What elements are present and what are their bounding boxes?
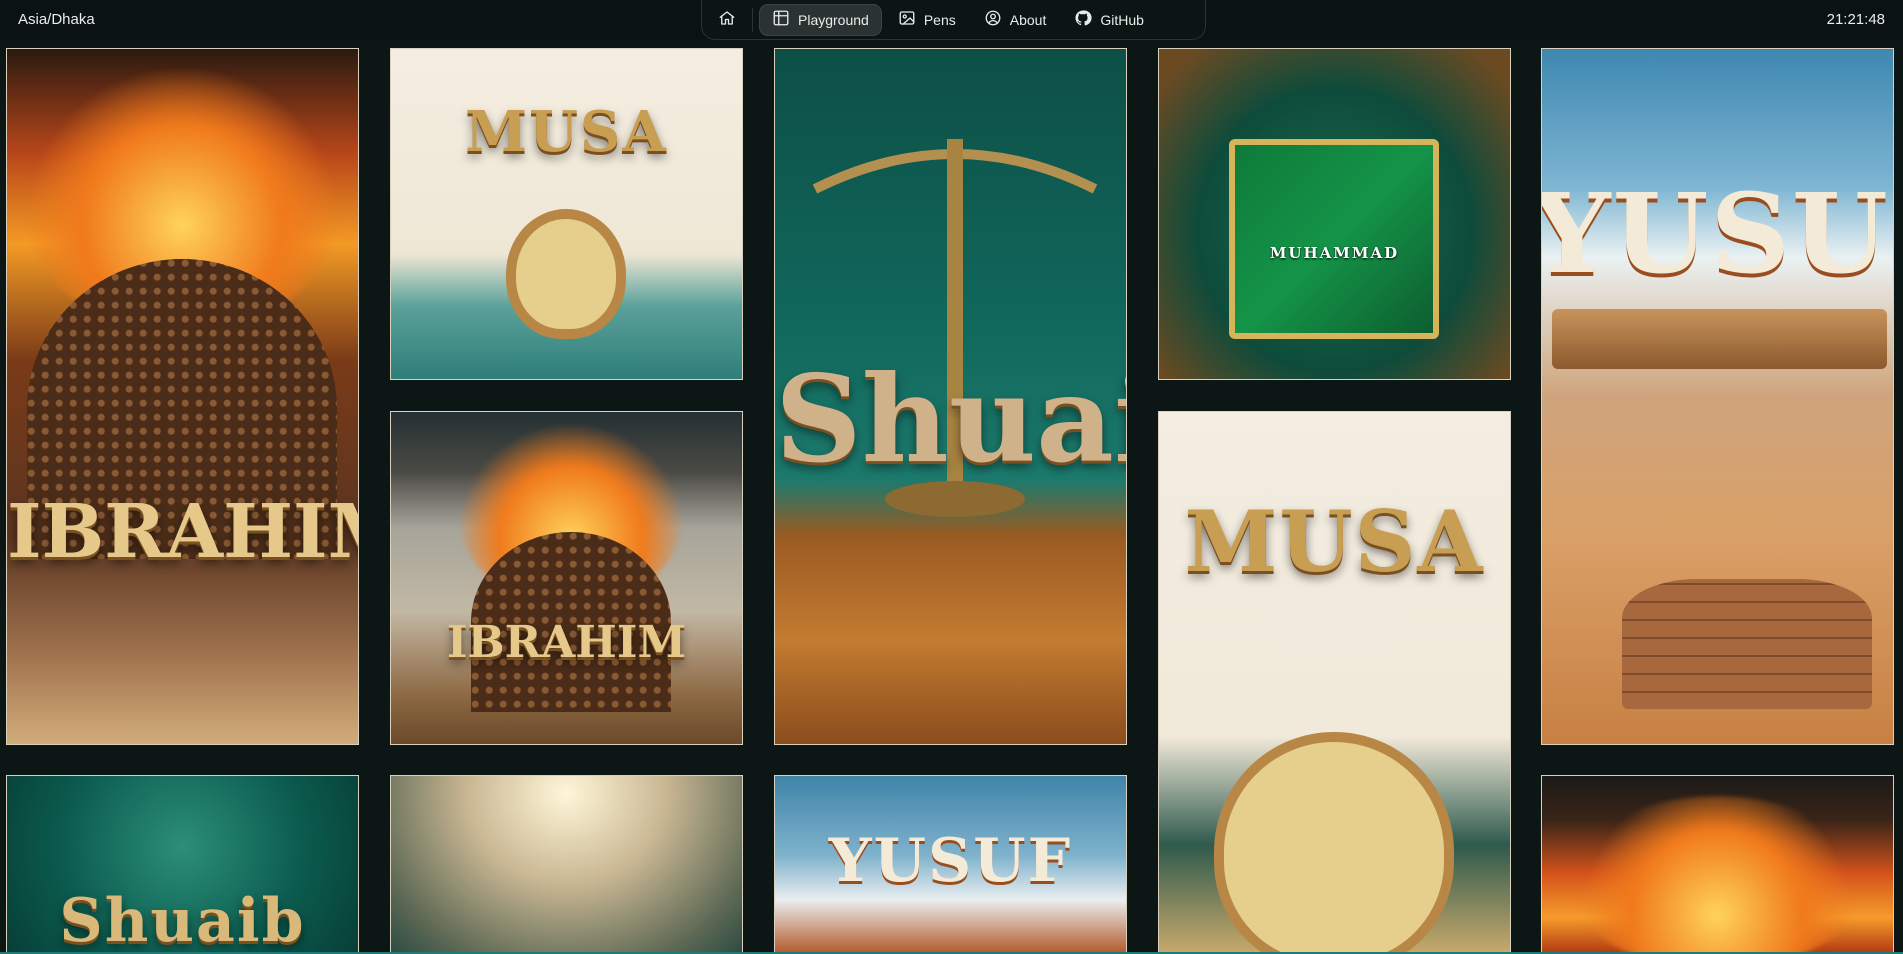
tile-title-word: IBRAHIM (446, 617, 687, 668)
tile-title-word: MUSA (465, 99, 668, 165)
nav-playground[interactable]: Playground (759, 3, 882, 36)
gallery-tile-yusuf[interactable]: YUSUF (1541, 48, 1894, 745)
tile-background (391, 776, 742, 953)
tile-title-word: Shuaib (775, 349, 1126, 490)
gallery-tile-yusuf-small[interactable]: YUSUF (774, 775, 1127, 954)
main-nav: Playground Pens About GitHub (701, 0, 1206, 40)
grid-icon (772, 9, 790, 30)
nav-pens[interactable]: Pens (886, 4, 968, 36)
gallery-tile-musa-large[interactable]: MUSA (1158, 411, 1511, 954)
user-circle-icon (984, 9, 1002, 30)
tile-title-word: IBRAHIM (7, 489, 358, 575)
github-icon (1074, 9, 1092, 30)
nav-playground-label: Playground (798, 11, 869, 28)
nav-home[interactable] (708, 4, 746, 36)
nav-about[interactable]: About (972, 4, 1059, 36)
top-bar: Asia/Dhaka Playground Pens About GitHub … (0, 0, 1903, 40)
home-icon (718, 9, 736, 30)
gallery-tile-musa[interactable]: MUSA (390, 48, 743, 380)
tile-title-word: MUHAMMAD (1269, 244, 1400, 262)
image-icon (898, 9, 916, 30)
timezone-label: Asia/Dhaka (18, 11, 95, 28)
tile-title-word: Shuaib (59, 886, 306, 954)
nav-about-label: About (1009, 11, 1047, 28)
nav-divider (752, 7, 753, 32)
fire-shape (1572, 796, 1862, 953)
gallery-tile-shuaib[interactable]: Shuaib (774, 48, 1127, 745)
nav-github-label: GitHub (1100, 11, 1144, 28)
nav-github[interactable]: GitHub (1062, 4, 1156, 36)
basket-shape (506, 209, 626, 339)
gallery-grid: IBRAHIM Shuaib MUSA IBRAHIM Shuaib YUSUF (0, 40, 1903, 954)
nav-pens-label: Pens (923, 11, 956, 28)
tile-title-word: YUSUF (828, 826, 1073, 896)
gallery-tile-light[interactable] (390, 775, 743, 954)
gallery-tile-muhammad[interactable]: MUHAMMAD (1158, 48, 1511, 380)
clock: 21:21:48 (1826, 11, 1885, 28)
gallery-tile-ibrahim-desert[interactable]: IBRAHIM (390, 411, 743, 745)
well-shape (1622, 579, 1872, 709)
gallery-tile-ibrahim[interactable]: IBRAHIM (6, 48, 359, 745)
gallery-tile-fire[interactable] (1541, 775, 1894, 954)
tile-title-word: YUSUF (1541, 169, 1893, 298)
tile-title-word: MUSA (1184, 492, 1485, 591)
well-roof-shape (1552, 309, 1887, 369)
book-shape (1229, 139, 1439, 339)
gallery-tile-shuaib-small[interactable]: Shuaib (6, 775, 359, 954)
